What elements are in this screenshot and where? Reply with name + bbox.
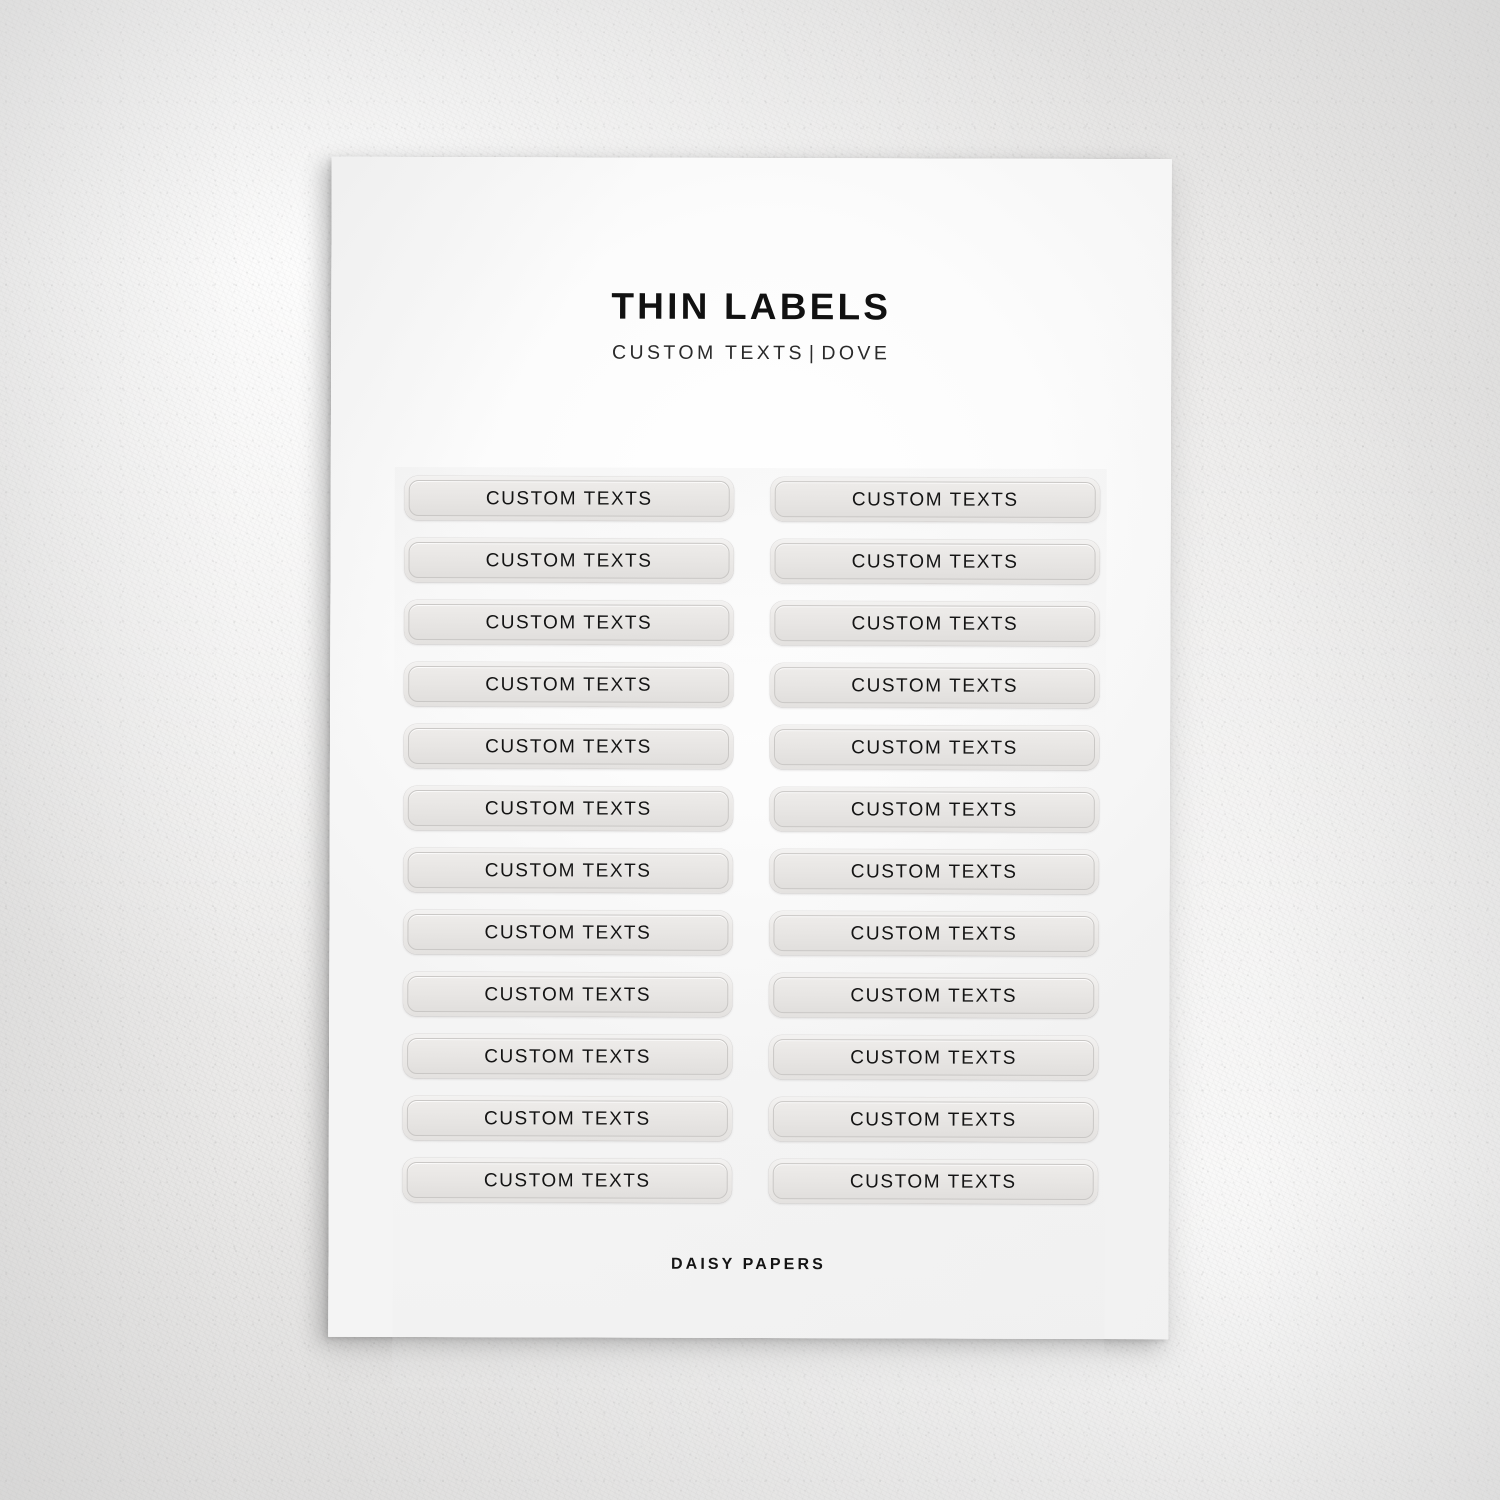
label-chip[interactable]: CUSTOM TEXTS [770,477,1100,523]
label-chip-text: CUSTOM TEXTS [851,736,1018,759]
label-chip[interactable]: CUSTOM TEXTS [403,1033,733,1079]
label-grid: CUSTOM TEXTS CUSTOM TEXTS CUSTOM TEXTS CUST… [402,475,1100,1205]
label-sheet: THIN LABELS CUSTOM TEXTS | DOVE CUSTOM TEX… [328,156,1172,1390]
label-chip-text: CUSTOM TEXTS [485,735,652,758]
label-chip-text: CUSTOM TEXTS [483,1169,651,1192]
subtitle-left-text: CUSTOM TEXTS [612,341,805,365]
label-chip-text: CUSTOM TEXTS [485,487,653,510]
label-chip[interactable]: CUSTOM TEXTS [403,971,733,1017]
label-chip[interactable]: CUSTOM TEXTS [769,911,1099,957]
label-chip[interactable]: CUSTOM TEXTS [769,725,1100,771]
label-chip-text: CUSTOM TEXTS [485,611,653,634]
label-chip[interactable]: CUSTOM TEXTS [404,537,734,583]
subtitle-separator: | [808,342,818,365]
label-chip[interactable]: CUSTOM TEXTS [403,723,734,769]
label-chip-text: CUSTOM TEXTS [485,673,653,696]
label-chip-text: CUSTOM TEXTS [484,921,652,944]
label-chip[interactable]: CUSTOM TEXTS [770,539,1100,585]
label-chip-text: CUSTOM TEXTS [850,798,1018,821]
label-chip-text: CUSTOM TEXTS [483,1107,651,1130]
brand-footer: DAISY PAPERS [671,1255,826,1274]
label-chip-text: CUSTOM TEXTS [850,860,1018,883]
label-chip[interactable]: CUSTOM TEXTS [769,1035,1099,1081]
page-title: THIN LABELS [611,285,892,328]
label-chip-text: CUSTOM TEXTS [484,983,652,1006]
label-chip-text: CUSTOM TEXTS [851,550,1019,573]
label-chip[interactable]: CUSTOM TEXTS [768,1159,1098,1205]
label-chip-text: CUSTOM TEXTS [484,797,652,820]
label-chip[interactable]: CUSTOM TEXTS [769,787,1099,833]
label-chip-text: CUSTOM TEXTS [851,488,1019,511]
label-chip[interactable]: CUSTOM TEXTS [768,1097,1098,1143]
label-chip[interactable]: CUSTOM TEXTS [403,847,733,893]
label-chip-text: CUSTOM TEXTS [485,549,653,572]
sheet-header: THIN LABELS CUSTOM TEXTS | DOVE [331,285,1171,365]
label-chip[interactable]: CUSTOM TEXTS [404,661,734,707]
label-chip[interactable]: CUSTOM TEXTS [770,601,1100,647]
label-chip-text: CUSTOM TEXTS [850,922,1018,945]
label-chip-text: CUSTOM TEXTS [850,984,1018,1007]
label-chip[interactable]: CUSTOM TEXTS [770,663,1100,709]
label-chip-text: CUSTOM TEXTS [851,612,1019,635]
label-chip-text: CUSTOM TEXTS [484,1045,651,1068]
subtitle-right-text: DOVE [821,342,891,365]
label-chip-text: CUSTOM TEXTS [484,859,652,882]
label-chip-text: CUSTOM TEXTS [849,1170,1017,1193]
label-chip[interactable]: CUSTOM TEXTS [404,599,734,645]
scene: THIN LABELS CUSTOM TEXTS | DOVE CUSTOM TEX… [0,0,1500,1500]
label-chip[interactable]: CUSTOM TEXTS [404,475,734,521]
label-chip-text: CUSTOM TEXTS [850,1046,1017,1069]
page-subtitle: CUSTOM TEXTS | DOVE [331,341,1171,365]
label-chip-text: CUSTOM TEXTS [849,1108,1017,1131]
label-chip[interactable]: CUSTOM TEXTS [769,973,1099,1019]
label-chip[interactable]: CUSTOM TEXTS [402,1157,732,1203]
label-chip[interactable]: CUSTOM TEXTS [403,909,733,955]
label-chip-text: CUSTOM TEXTS [851,674,1019,697]
label-chip[interactable]: CUSTOM TEXTS [403,785,733,831]
label-chip[interactable]: CUSTOM TEXTS [769,849,1099,895]
label-chip[interactable]: CUSTOM TEXTS [402,1095,732,1141]
